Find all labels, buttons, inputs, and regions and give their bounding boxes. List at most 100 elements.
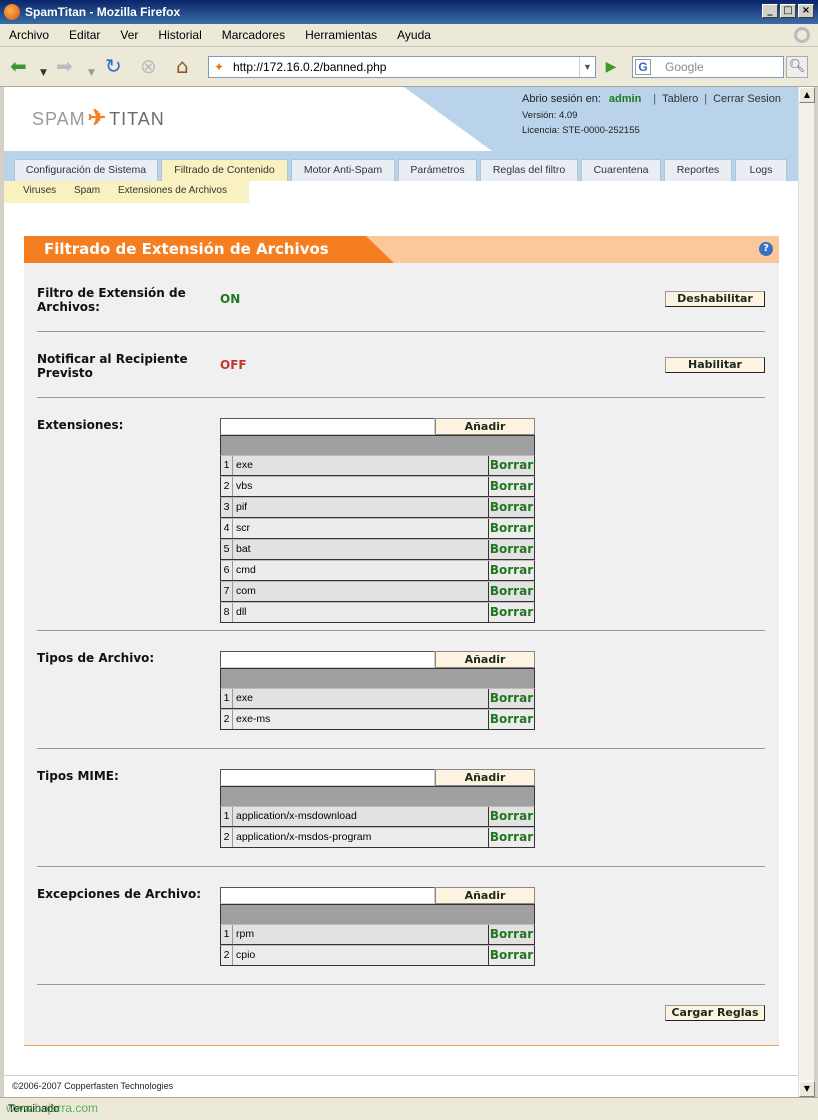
forward-arrow-icon[interactable]: ➡: [56, 55, 73, 77]
mime-types-table: Añadir 1 application/x-msdownload Borrar 2…: [220, 769, 535, 848]
search-input[interactable]: G Google: [632, 56, 784, 78]
menu-historial[interactable]: Historial: [155, 26, 204, 44]
subtab-viruses[interactable]: Viruses: [23, 185, 56, 196]
content-panel: Filtrado de Extensión de Archivos ? Filt…: [24, 236, 779, 1046]
add-file-type-button[interactable]: Añadir: [435, 651, 535, 668]
divider: [37, 630, 765, 631]
session-info: Abrio sesión en: admin | Tablero | Cerrar Ses…: [522, 93, 781, 105]
tab-logs[interactable]: Logs: [735, 159, 787, 181]
load-rules-button[interactable]: Cargar Reglas: [665, 1005, 765, 1021]
tab-configuracion[interactable]: Configuración de Sistema: [14, 159, 158, 181]
row-value: exe: [233, 689, 489, 708]
delete-button[interactable]: Borrar: [489, 603, 534, 622]
subtab-spam[interactable]: Spam: [74, 185, 100, 196]
menu-herramientas[interactable]: Herramientas: [302, 26, 380, 44]
address-bar[interactable]: ✦ http://172.16.0.2/banned.php ▼: [208, 56, 596, 78]
delete-button[interactable]: Borrar: [489, 582, 534, 601]
menu-bar: Archivo Editar Ver Historial Marcadores …: [0, 24, 818, 47]
delete-button[interactable]: Borrar: [489, 498, 534, 517]
add-exception-button[interactable]: Añadir: [435, 887, 535, 904]
delete-button[interactable]: Borrar: [489, 689, 534, 708]
delete-button[interactable]: Borrar: [489, 456, 534, 475]
tab-filtrado[interactable]: Filtrado de Contenido: [161, 159, 288, 181]
exception-input[interactable]: [220, 887, 435, 904]
panel-header: Filtrado de Extensión de Archivos ?: [24, 236, 779, 263]
mime-type-input[interactable]: [220, 769, 435, 786]
scroll-down-icon[interactable]: ▼: [799, 1081, 815, 1097]
filter-status: ON: [220, 292, 241, 306]
extension-input[interactable]: [220, 418, 435, 435]
exceptions-label: Excepciones de Archivo:: [37, 887, 201, 901]
address-dropdown-icon[interactable]: ▼: [579, 57, 595, 77]
close-button[interactable]: ×: [798, 4, 814, 18]
table-row: 1 exe Borrar: [220, 688, 535, 709]
add-mime-type-button[interactable]: Añadir: [435, 769, 535, 786]
delete-button[interactable]: Borrar: [489, 828, 534, 847]
delete-button[interactable]: Borrar: [489, 477, 534, 496]
menu-marcadores[interactable]: Marcadores: [219, 26, 288, 44]
delete-button[interactable]: Borrar: [489, 519, 534, 538]
delete-button[interactable]: Borrar: [489, 807, 534, 826]
stop-icon[interactable]: ⊗: [140, 55, 157, 77]
search-placeholder: Google: [665, 60, 704, 74]
table-row: 1 exe Borrar: [220, 455, 535, 476]
menu-ayuda[interactable]: Ayuda: [394, 26, 434, 44]
add-extension-button[interactable]: Añadir: [435, 418, 535, 435]
firefox-icon: [4, 4, 20, 20]
menu-ver[interactable]: Ver: [117, 26, 141, 44]
scroll-up-icon[interactable]: ▲: [799, 87, 815, 103]
table-header: [220, 435, 535, 455]
help-icon[interactable]: ?: [759, 242, 773, 256]
subtab-extensiones[interactable]: Extensiones de Archivos: [118, 185, 227, 196]
google-engine-icon[interactable]: G: [635, 59, 651, 75]
search-magnifier-icon[interactable]: 🔍︎: [786, 56, 808, 78]
extensions-table: Añadir 1 exe Borrar 2 vbs Borrar 3 pif Borrar …: [220, 418, 535, 623]
forward-history-dropdown-icon[interactable]: ▼: [88, 62, 95, 84]
back-arrow-icon[interactable]: ⬅: [10, 55, 27, 77]
disable-button[interactable]: Deshabilitar: [665, 291, 765, 307]
row-value: cmd: [233, 561, 489, 580]
back-history-dropdown-icon[interactable]: ▼: [40, 62, 47, 84]
tab-reportes[interactable]: Reportes: [664, 159, 732, 181]
go-icon[interactable]: ▶: [600, 56, 622, 78]
delete-button[interactable]: Borrar: [489, 925, 534, 944]
divider: [37, 748, 765, 749]
reload-icon[interactable]: ↻: [105, 55, 122, 77]
extensions-label: Extensiones:: [37, 418, 124, 432]
file-type-input[interactable]: [220, 651, 435, 668]
watermark-text: www.bujarra.com: [6, 1101, 99, 1115]
tab-reglas[interactable]: Reglas del filtro: [480, 159, 578, 181]
file-types-label: Tipos de Archivo:: [37, 651, 155, 665]
vertical-scrollbar[interactable]: ▲ ▼: [798, 87, 815, 1097]
delete-button[interactable]: Borrar: [489, 540, 534, 559]
delete-button[interactable]: Borrar: [489, 710, 534, 729]
window-titlebar: SpamTitan - Mozilla Firefox _ □ ×: [0, 0, 818, 24]
delete-button[interactable]: Borrar: [489, 561, 534, 580]
enable-button[interactable]: Habilitar: [665, 357, 765, 373]
menu-archivo[interactable]: Archivo: [6, 26, 52, 44]
dashboard-link[interactable]: Tablero: [662, 93, 698, 105]
table-header: [220, 668, 535, 688]
table-row: 2 exe-ms Borrar: [220, 709, 535, 730]
navigation-toolbar: ⬅ ▼ ➡ ▼ ↻ ⊗ ⌂ ✦ http://172.16.0.2/banned…: [0, 47, 818, 87]
row-value: vbs: [233, 477, 489, 496]
file-types-table: Añadir 1 exe Borrar 2 exe-ms Borrar: [220, 651, 535, 730]
delete-button[interactable]: Borrar: [489, 946, 534, 965]
maximize-button[interactable]: □: [780, 4, 796, 18]
logout-link[interactable]: Cerrar Sesion: [713, 93, 781, 105]
throbber-icon: [794, 27, 810, 43]
row-value: com: [233, 582, 489, 601]
divider: [37, 397, 765, 398]
minimize-button[interactable]: _: [762, 4, 778, 18]
home-icon[interactable]: ⌂: [176, 55, 189, 77]
tab-parametros[interactable]: Parámetros: [398, 159, 477, 181]
table-header: [220, 786, 535, 806]
menu-editar[interactable]: Editar: [66, 26, 103, 44]
logo-runner-icon: ✈︎: [87, 105, 108, 130]
tab-cuarentena[interactable]: Cuarentena: [581, 159, 661, 181]
session-user[interactable]: admin: [609, 93, 641, 105]
table-row: 2 vbs Borrar: [220, 476, 535, 497]
mime-types-label: Tipos MIME:: [37, 769, 119, 783]
tab-motor-antispam[interactable]: Motor Anti-Spam: [291, 159, 395, 181]
filter-label: Filtro de Extensión de Archivos:: [37, 286, 186, 314]
